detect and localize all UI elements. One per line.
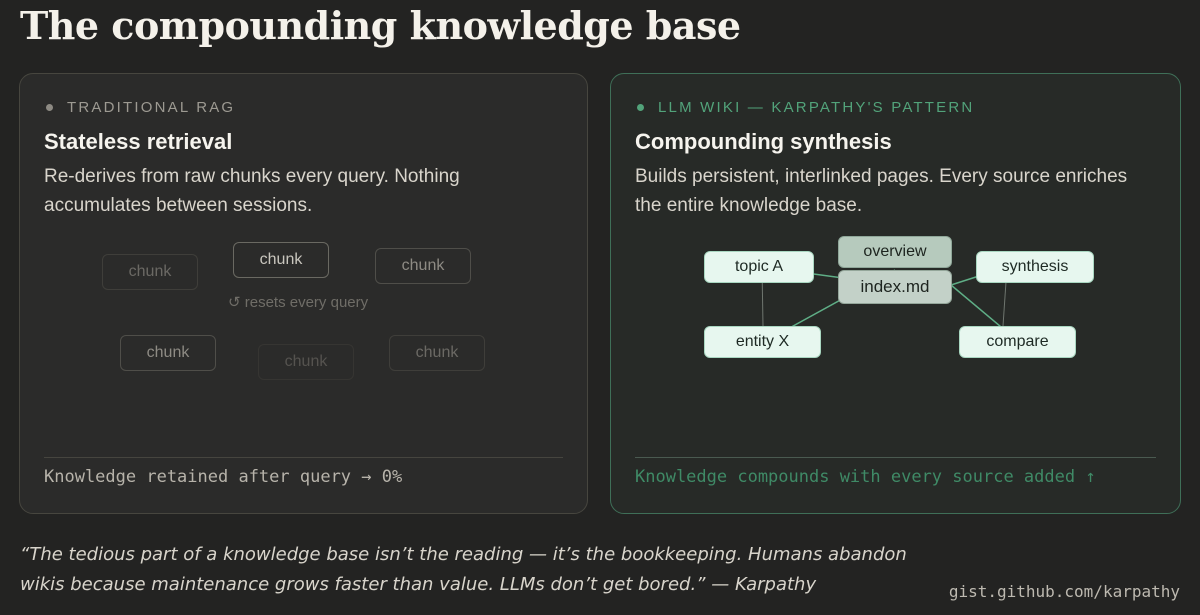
card-label-text: LLM WIKI — KARPATHY'S PATTERN — [658, 99, 975, 116]
card-description: Re-derives from raw chunks every query. … — [44, 166, 460, 216]
chunk-box: chunk — [233, 242, 329, 278]
source-link[interactable]: gist.github.com/karpathy — [949, 582, 1180, 601]
chunk-box: chunk — [375, 248, 471, 284]
card-footer: Knowledge compounds with every source ad… — [635, 467, 1096, 487]
divider — [635, 457, 1156, 458]
reset-note: ↺ resets every query — [228, 294, 369, 311]
card-description: Builds persistent, interlinked pages. Ev… — [635, 166, 1128, 216]
card-label: LLM WIKI — KARPATHY'S PATTERN — [637, 99, 974, 116]
page-title: The compounding knowledge base — [20, 3, 741, 48]
graph-node-compare: compare — [959, 326, 1076, 358]
bullet-dot-icon — [637, 104, 644, 111]
chunk-box: chunk — [120, 335, 216, 371]
bullet-dot-icon — [46, 104, 53, 111]
chunk-box: chunk — [102, 254, 198, 290]
llm-wiki-card: LLM WIKI — KARPATHY'S PATTERN Compoundin… — [610, 73, 1181, 514]
graph-node-overview: overview — [838, 236, 952, 268]
card-label: TRADITIONAL RAG — [46, 99, 235, 116]
card-heading: Stateless retrieval — [44, 129, 233, 154]
card-label-text: TRADITIONAL RAG — [67, 99, 236, 116]
graph-node-entity-x: entity X — [704, 326, 821, 358]
graph-node-synthesis: synthesis — [976, 251, 1094, 283]
divider — [44, 457, 563, 458]
karpathy-quote: “The tedious part of a knowledge base is… — [20, 544, 907, 595]
chunk-box: chunk — [389, 335, 485, 371]
card-footer: Knowledge retained after query → 0% — [44, 467, 403, 487]
traditional-rag-card: TRADITIONAL RAG Stateless retrieval Re-d… — [19, 73, 588, 514]
card-heading: Compounding synthesis — [635, 129, 892, 154]
graph-node-topic-a: topic A — [704, 251, 814, 283]
graph-node-index: index.md — [838, 270, 952, 304]
chunk-box: chunk — [258, 344, 354, 380]
